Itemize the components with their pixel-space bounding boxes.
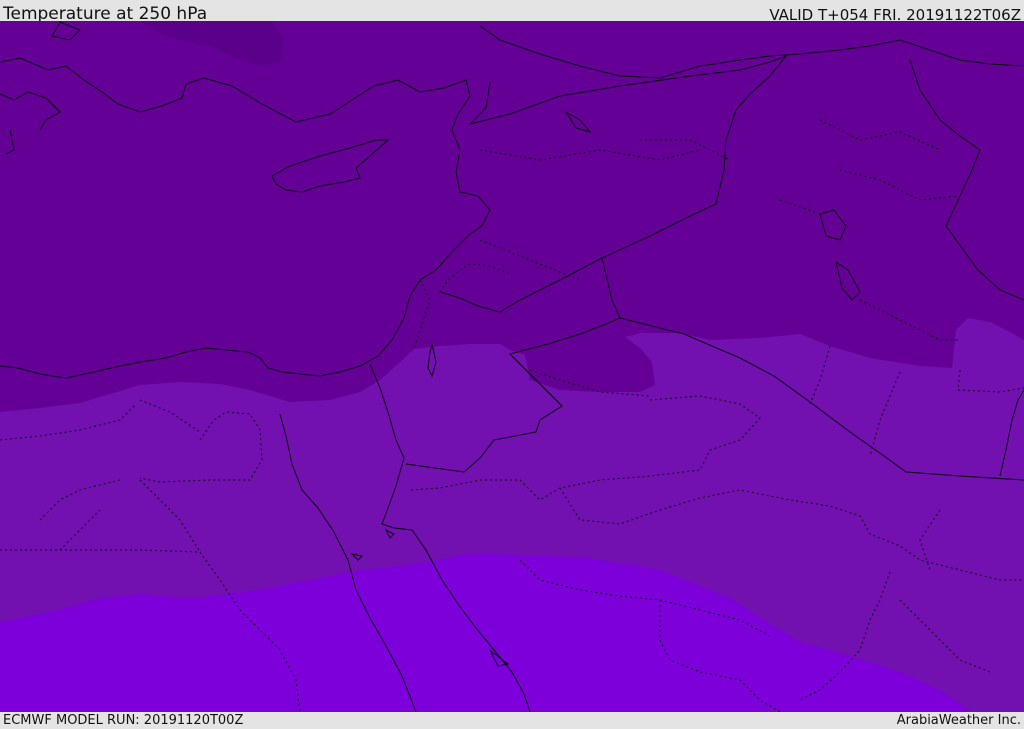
map-canvas — [0, 21, 1024, 712]
footer-bar: ECMWF MODEL RUN: 20191120T00Z ArabiaWeat… — [0, 712, 1024, 729]
weather-map[interactable] — [0, 21, 1024, 712]
model-run-label: ECMWF MODEL RUN: 20191120T00Z — [3, 713, 244, 728]
header-bar: Temperature at 250 hPa VALID T+054 FRI. … — [0, 0, 1024, 24]
credit-label: ArabiaWeather Inc. — [896, 713, 1021, 728]
